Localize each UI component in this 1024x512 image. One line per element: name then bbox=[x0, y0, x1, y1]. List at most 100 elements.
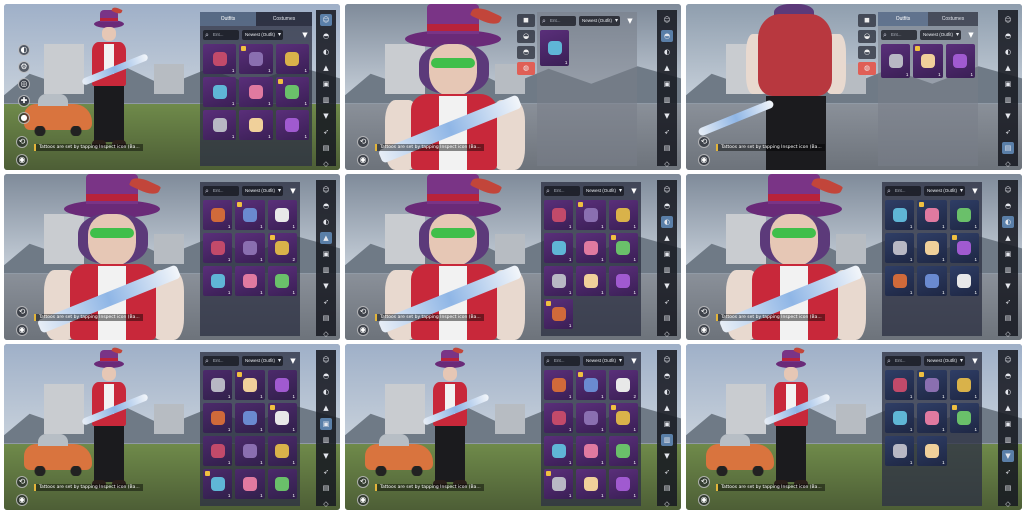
inventory-slot[interactable]: 1 bbox=[203, 266, 233, 296]
gun-icon[interactable]: ➶ bbox=[320, 126, 332, 138]
helmet-icon[interactable]: ◓ bbox=[320, 370, 332, 382]
inventory-slot[interactable]: 1 bbox=[235, 403, 265, 433]
gun-icon[interactable]: ➶ bbox=[1002, 126, 1014, 138]
inventory-slot[interactable]: 1 bbox=[949, 200, 979, 230]
hat-icon[interactable]: ▲ bbox=[661, 402, 673, 414]
inventory-slot[interactable]: 1 bbox=[885, 266, 915, 296]
hat-icon[interactable]: ▲ bbox=[1002, 62, 1014, 74]
inventory-slot[interactable]: 1 bbox=[239, 110, 273, 140]
filter-icon[interactable]: ▼ bbox=[300, 30, 310, 40]
search-input[interactable]: Ent... bbox=[203, 186, 239, 196]
shoe-icon[interactable]: ▼ bbox=[320, 450, 332, 462]
helmet-icon[interactable]: ◓ bbox=[661, 200, 673, 212]
inspect-icon[interactable]: ◉ bbox=[16, 324, 28, 336]
inventory-slot[interactable]: 1 bbox=[576, 370, 606, 400]
rotate-icon[interactable]: ⟲ bbox=[698, 476, 710, 488]
inspect-icon[interactable]: ◉ bbox=[357, 154, 369, 166]
shoe-icon[interactable]: ▼ bbox=[320, 280, 332, 292]
inventory-slot[interactable]: 1 bbox=[608, 469, 638, 499]
helmet-icon[interactable]: ◓ bbox=[320, 200, 332, 212]
avatar-icon[interactable]: ☺ bbox=[1002, 354, 1014, 366]
filter-icon[interactable]: ▼ bbox=[970, 186, 980, 196]
vehicle-icon[interactable]: ◇ bbox=[1002, 498, 1014, 510]
sort-dropdown[interactable]: Newest (Outfit) bbox=[242, 356, 284, 366]
backpack-icon[interactable]: ▤ bbox=[1002, 312, 1014, 324]
sort-dropdown[interactable]: Newest (Outfit) bbox=[579, 16, 621, 26]
inventory-slot[interactable]: 1 bbox=[544, 403, 574, 433]
avatar-icon[interactable]: ☺ bbox=[320, 184, 332, 196]
top-icon[interactable]: ▣ bbox=[320, 78, 332, 90]
inventory-slot[interactable]: 1 bbox=[267, 200, 297, 230]
avatar-icon[interactable]: ☺ bbox=[320, 354, 332, 366]
inventory-slot[interactable]: 1 bbox=[576, 469, 606, 499]
inventory-slot[interactable]: 1 bbox=[913, 44, 943, 78]
inspect-icon[interactable]: ◉ bbox=[698, 494, 710, 506]
top-icon[interactable]: ▣ bbox=[320, 248, 332, 260]
hat-icon[interactable]: ▲ bbox=[1002, 232, 1014, 244]
inventory-slot[interactable]: 1 bbox=[885, 370, 915, 400]
backpack-icon[interactable]: ▤ bbox=[1002, 142, 1014, 154]
inventory-slot[interactable]: 1 bbox=[203, 200, 233, 230]
inventory-slot[interactable]: 1 bbox=[203, 403, 233, 433]
vehicle-icon[interactable]: ◇ bbox=[661, 498, 673, 510]
inventory-slot[interactable]: 1 bbox=[917, 403, 947, 433]
sort-dropdown[interactable]: Newest (Outfit) bbox=[583, 356, 625, 366]
hat-icon[interactable]: ▲ bbox=[661, 62, 673, 74]
inventory-slot[interactable]: 1 bbox=[235, 233, 265, 263]
search-input[interactable]: Ent... bbox=[203, 356, 239, 366]
filter-icon[interactable]: ▼ bbox=[966, 30, 976, 40]
vehicle-icon[interactable]: ◇ bbox=[320, 498, 332, 510]
shoe-icon[interactable]: ▼ bbox=[661, 450, 673, 462]
search-input[interactable]: Ent... bbox=[885, 356, 921, 366]
shoe-icon[interactable]: ▼ bbox=[1002, 110, 1014, 122]
inventory-slot[interactable]: 1 bbox=[885, 436, 915, 466]
search-input[interactable]: Ent... bbox=[203, 30, 239, 40]
top-icon[interactable]: ▣ bbox=[661, 418, 673, 430]
gun-icon[interactable]: ➶ bbox=[320, 296, 332, 308]
inventory-slot[interactable]: 1 bbox=[576, 436, 606, 466]
inventory-slot[interactable]: 1 bbox=[275, 110, 309, 140]
inventory-slot[interactable]: 1 bbox=[267, 266, 297, 296]
mask-icon[interactable]: ◐ bbox=[661, 386, 673, 398]
inspect-icon[interactable]: ◉ bbox=[357, 494, 369, 506]
inventory-slot[interactable]: 1 bbox=[576, 266, 606, 296]
inventory-slot[interactable]: 1 bbox=[267, 436, 297, 466]
inventory-slot[interactable]: 1 bbox=[949, 266, 979, 296]
inventory-slot[interactable]: 1 bbox=[608, 200, 638, 230]
sort-dropdown[interactable]: Newest (Outfit) bbox=[583, 186, 625, 196]
sub-category-item[interactable]: ◒ bbox=[858, 30, 876, 43]
pants-icon[interactable]: ▥ bbox=[661, 434, 673, 446]
pants-icon[interactable]: ▥ bbox=[661, 94, 673, 106]
inventory-slot[interactable]: 1 bbox=[275, 44, 309, 74]
inventory-slot[interactable]: 1 bbox=[608, 403, 638, 433]
sub-category-item[interactable]: ◓ bbox=[858, 46, 876, 59]
avatar-icon[interactable]: ☺ bbox=[661, 14, 673, 26]
vehicle-icon[interactable]: ◇ bbox=[1002, 328, 1014, 340]
inventory-slot[interactable]: 2 bbox=[267, 233, 297, 263]
inventory-slot[interactable]: 1 bbox=[544, 436, 574, 466]
vehicle-icon[interactable]: ◇ bbox=[1002, 158, 1014, 170]
inventory-slot[interactable]: 1 bbox=[576, 200, 606, 230]
pants-icon[interactable]: ▥ bbox=[320, 434, 332, 446]
inventory-slot[interactable]: 1 bbox=[544, 370, 574, 400]
inspect-icon[interactable]: ◉ bbox=[357, 324, 369, 336]
hud-icon[interactable]: ◐ bbox=[18, 44, 30, 56]
top-icon[interactable]: ▣ bbox=[1002, 418, 1014, 430]
inventory-slot[interactable]: 1 bbox=[917, 233, 947, 263]
tab-outfits[interactable]: Outfits bbox=[200, 12, 256, 26]
inventory-slot[interactable]: 1 bbox=[540, 30, 570, 66]
inventory-slot[interactable]: 1 bbox=[608, 233, 638, 263]
vehicle-icon[interactable]: ◇ bbox=[661, 158, 673, 170]
filter-icon[interactable]: ▼ bbox=[629, 186, 639, 196]
inventory-slot[interactable]: 1 bbox=[949, 370, 979, 400]
hat-icon[interactable]: ▲ bbox=[320, 402, 332, 414]
backpack-icon[interactable]: ▤ bbox=[1002, 482, 1014, 494]
shoe-icon[interactable]: ▼ bbox=[661, 110, 673, 122]
inventory-slot[interactable]: 1 bbox=[235, 436, 265, 466]
mask-icon[interactable]: ◐ bbox=[661, 46, 673, 58]
helmet-icon[interactable]: ◓ bbox=[1002, 370, 1014, 382]
inventory-slot[interactable]: 1 bbox=[885, 200, 915, 230]
search-input[interactable]: Ent... bbox=[881, 30, 917, 40]
helmet-icon[interactable]: ◓ bbox=[320, 30, 332, 42]
vehicle-icon[interactable]: ◇ bbox=[320, 158, 332, 170]
